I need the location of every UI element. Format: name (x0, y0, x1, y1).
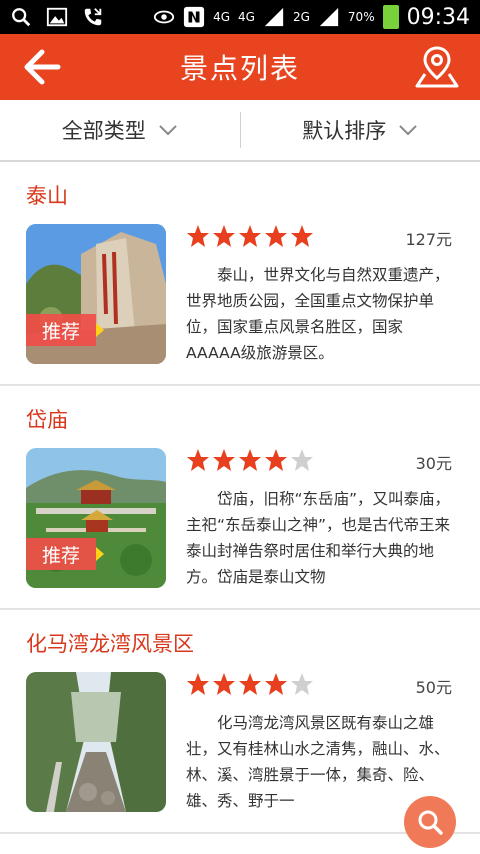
spot-price: 127元 (405, 230, 452, 249)
star-icon (187, 449, 209, 471)
battery-icon (382, 5, 399, 29)
spot-image: 推荐 (26, 224, 166, 364)
list-item[interactable]: 化马湾龙湾风景区 50元 化马湾龙湾风景区既有泰山之雄壮，又有桂林山水之清隽，融… (0, 610, 480, 834)
eye-icon (154, 10, 175, 24)
image-icon (46, 7, 68, 27)
page-title: 景点列表 (179, 52, 300, 85)
sort-label: 默认排序 (302, 119, 387, 143)
star-icon (239, 225, 261, 247)
chevron-down-icon (159, 125, 177, 136)
spot-image (26, 672, 166, 812)
star-icon (213, 673, 235, 695)
spot-name: 岱庙 (26, 408, 68, 432)
spot-description: 岱庙，旧称“东岳庙”，又叫泰庙，主祀“东岳泰山之神”，也是古代帝王来泰山封禅告祭… (186, 490, 451, 586)
status-bar: 4G 4G 2G 70% 09:34 (0, 0, 480, 34)
type-filter-dropdown[interactable]: 全部类型 (0, 100, 240, 160)
search-button[interactable] (404, 796, 456, 848)
rating-stars (186, 224, 314, 248)
chevron-down-icon (399, 125, 417, 136)
sort-dropdown[interactable]: 默认排序 (241, 100, 480, 160)
spot-description: 泰山，世界文化与自然双重遗产，世界地质公园，全国重点文物保护单位，国家重点风景名… (186, 266, 450, 362)
star-icon (239, 449, 261, 471)
rating-stars (186, 672, 314, 696)
spot-image: 推荐 (26, 448, 166, 588)
filter-bar: 全部类型 默认排序 (0, 100, 480, 162)
spot-price: 50元 (415, 678, 452, 697)
spot-name: 泰山 (26, 184, 68, 208)
star-icon (265, 225, 287, 247)
list-item[interactable]: 岱庙 推荐 30元 岱庙，旧称“东岳庙”，又叫泰庙，主祀“东岳泰山之神”，也是古… (0, 386, 480, 610)
signal-icon (264, 7, 284, 27)
clock: 09:34 (406, 4, 470, 30)
network-type-2: 4G (238, 10, 255, 24)
recommend-badge: 推荐 (26, 314, 104, 346)
star-icon (265, 449, 287, 471)
star-icon (213, 225, 235, 247)
map-pin-icon[interactable] (412, 42, 462, 92)
search-icon (418, 810, 443, 835)
network-type-1: 4G (213, 10, 231, 24)
spot-price: 30元 (415, 454, 452, 473)
star-empty-icon (291, 449, 313, 471)
star-icon (187, 225, 209, 247)
n-icon (184, 6, 205, 28)
network-type-3: 2G (292, 10, 310, 24)
search-icon (12, 8, 31, 27)
back-arrow-icon[interactable] (20, 46, 62, 88)
star-empty-icon (291, 673, 313, 695)
spot-list: 泰山 推荐 127元 泰山，世界文化与自然双重遗产，世界地质公园，全国重点文物保… (0, 162, 480, 834)
star-icon (239, 673, 261, 695)
signal-icon (319, 7, 339, 27)
type-filter-label: 全部类型 (61, 119, 146, 143)
spot-name: 化马湾龙湾风景区 (26, 632, 194, 656)
recommend-badge: 推荐 (26, 538, 104, 570)
battery-percent: 70% (347, 10, 375, 24)
list-item[interactable]: 泰山 推荐 127元 泰山，世界文化与自然双重遗产，世界地质公园，全国重点文物保… (0, 162, 480, 386)
spot-description: 化马湾龙湾风景区既有泰山之雄壮，又有桂林山水之清隽，融山、水、林、溪、湾胜景于一… (186, 714, 450, 810)
missed-call-icon (84, 8, 102, 26)
app-bar: 景点列表 (0, 34, 480, 100)
star-icon (187, 673, 209, 695)
star-icon (265, 673, 287, 695)
rating-stars (186, 448, 314, 472)
star-icon (291, 225, 313, 247)
star-icon (213, 449, 235, 471)
